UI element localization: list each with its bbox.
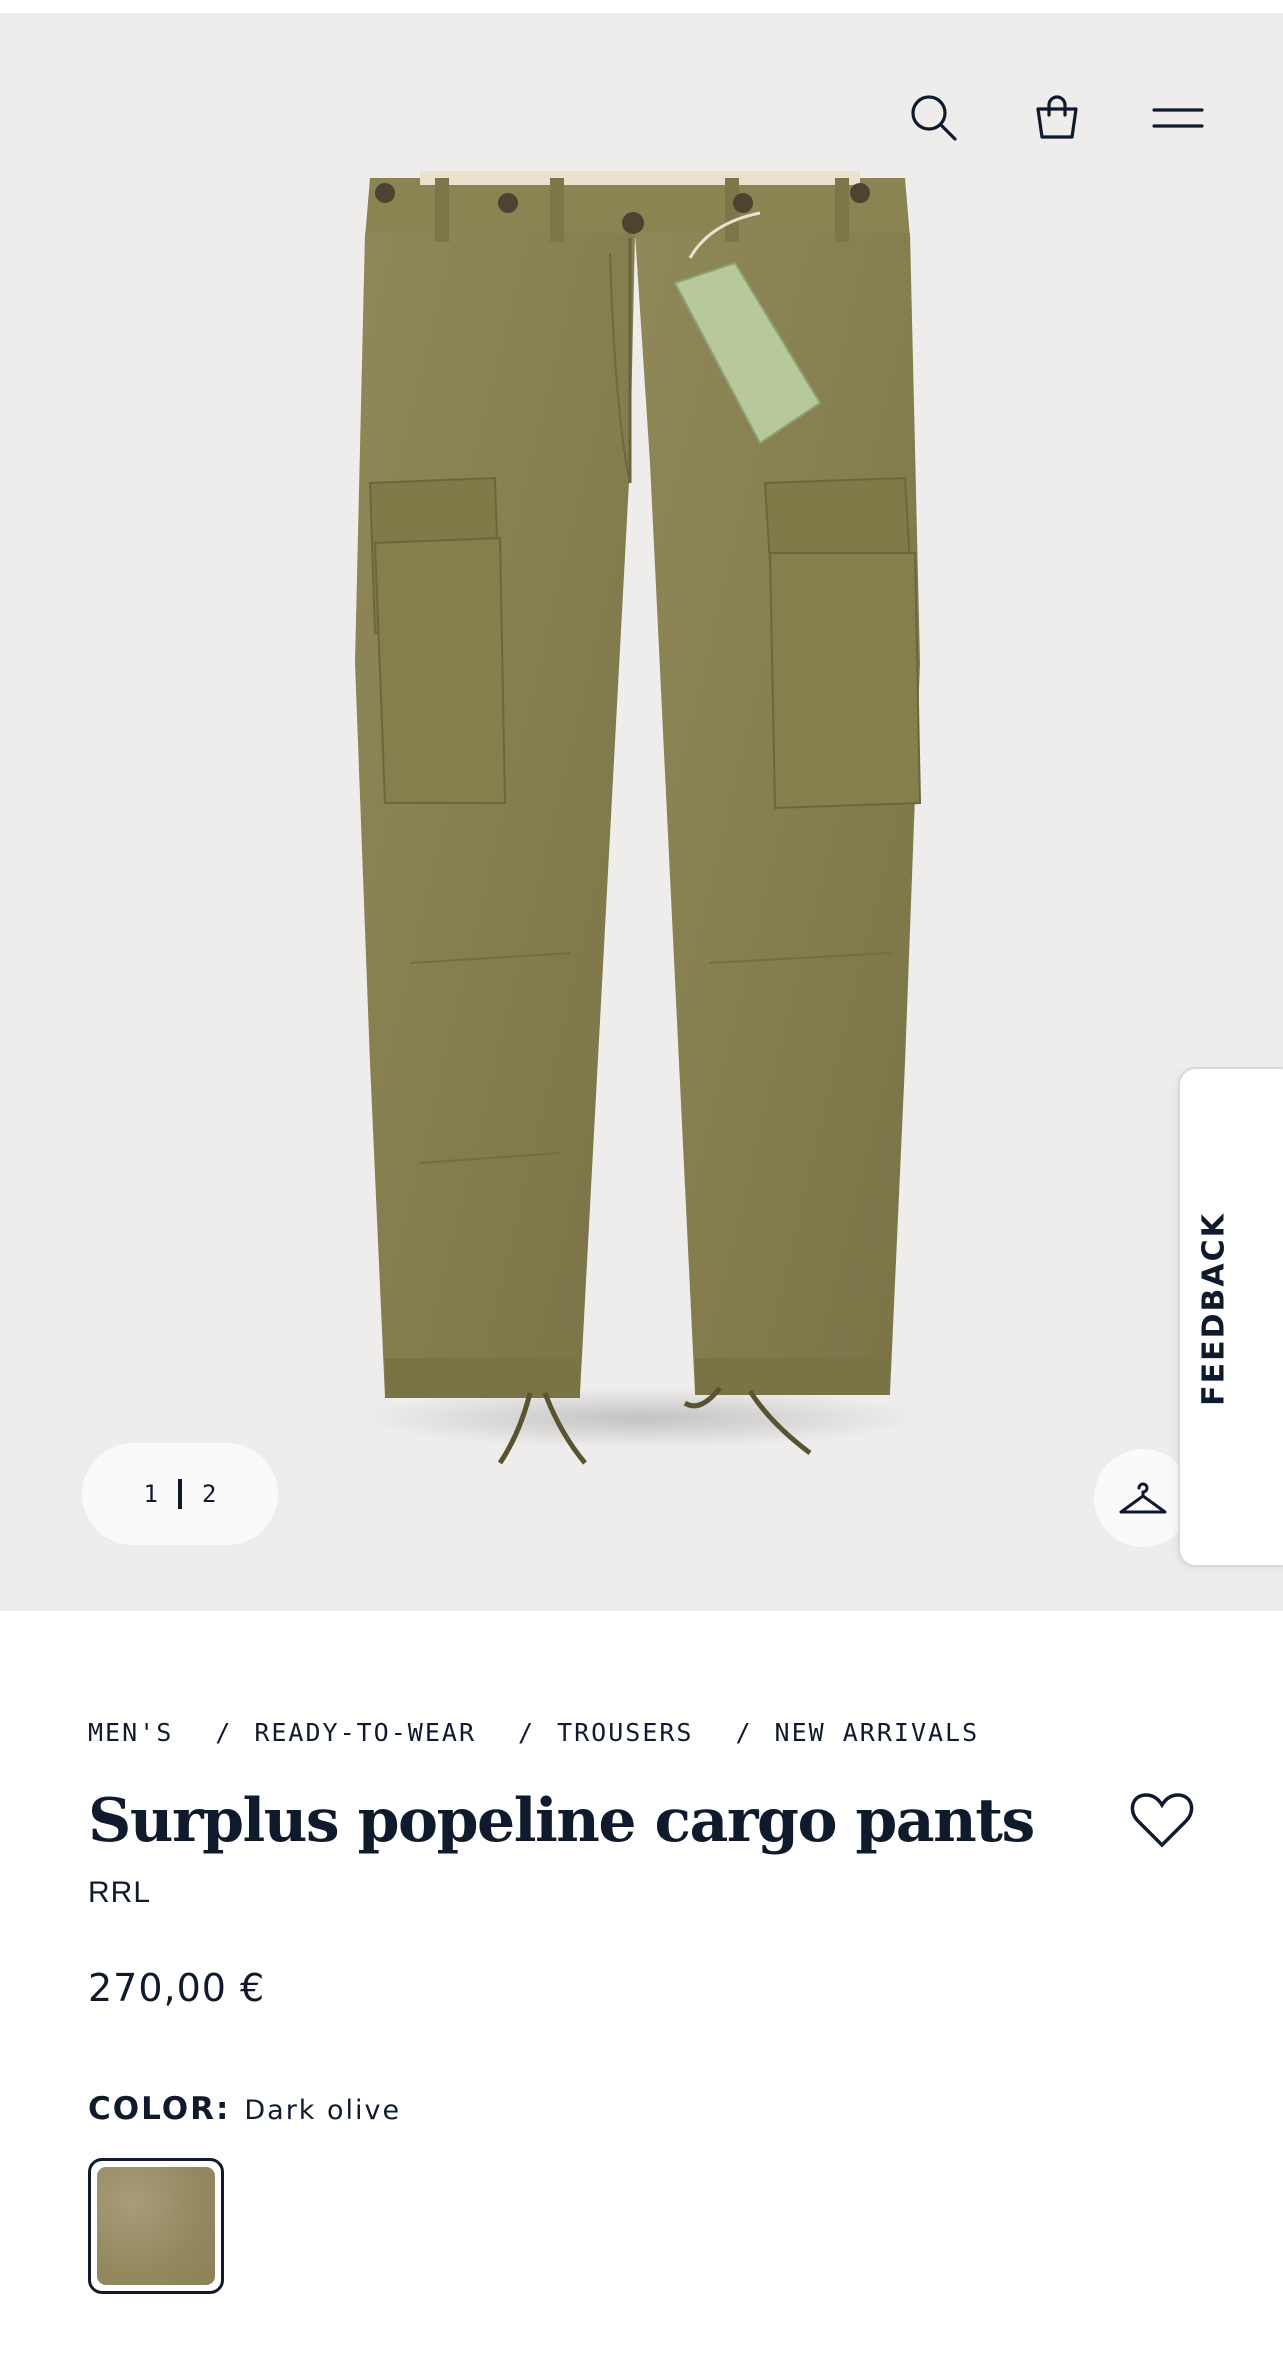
breadcrumb-separator: / bbox=[215, 1718, 233, 1747]
breadcrumb-item-new-arrivals[interactable]: NEW ARRIVALS bbox=[775, 1718, 980, 1747]
product-image bbox=[355, 171, 922, 1465]
product-title: Surplus popeline cargo pants bbox=[88, 1786, 1035, 1856]
breadcrumb-item-trousers[interactable]: TROUSERS bbox=[557, 1718, 693, 1747]
feedback-tab[interactable]: FEEDBACK bbox=[1178, 1067, 1283, 1567]
shopping-bag-icon bbox=[1036, 95, 1078, 139]
top-strip bbox=[0, 0, 1283, 13]
breadcrumb: MEN'S / READY-TO-WEAR / TROUSERS / NEW A… bbox=[88, 1718, 979, 1747]
breadcrumb-item-mens[interactable]: MEN'S bbox=[88, 1718, 173, 1747]
product-brand: RRL bbox=[88, 1876, 152, 1909]
feedback-label: FEEDBACK bbox=[1196, 1212, 1232, 1406]
color-selection-label: COLOR: Dark olive bbox=[88, 2091, 401, 2127]
color-swatch-dark-olive[interactable] bbox=[88, 2158, 224, 2294]
image-pager[interactable]: 1 2 bbox=[82, 1443, 278, 1545]
breadcrumb-separator: / bbox=[735, 1718, 753, 1747]
pager-divider bbox=[178, 1479, 182, 1509]
search-icon bbox=[911, 95, 957, 141]
breadcrumb-separator: / bbox=[518, 1718, 536, 1747]
swatch-fill bbox=[97, 2167, 215, 2285]
wishlist-button[interactable] bbox=[1124, 1782, 1200, 1858]
product-image-gallery[interactable]: 1 2 FEEDBACK bbox=[0, 13, 1283, 1611]
product-price: 270,00 € bbox=[88, 1966, 266, 2010]
color-value: Dark olive bbox=[244, 2095, 402, 2126]
pager-total: 2 bbox=[202, 1480, 217, 1508]
menu-button[interactable] bbox=[1143, 83, 1213, 153]
menu-icon bbox=[1152, 108, 1204, 128]
pager-current: 1 bbox=[143, 1480, 158, 1508]
search-button[interactable] bbox=[899, 83, 969, 153]
color-label: COLOR: bbox=[88, 2091, 231, 2127]
shopping-bag-button[interactable] bbox=[1022, 83, 1092, 153]
heart-icon bbox=[1130, 1793, 1194, 1848]
breadcrumb-item-ready-to-wear[interactable]: READY-TO-WEAR bbox=[254, 1718, 476, 1747]
header-toolbar bbox=[0, 83, 1283, 163]
hanger-icon bbox=[1119, 1482, 1167, 1514]
